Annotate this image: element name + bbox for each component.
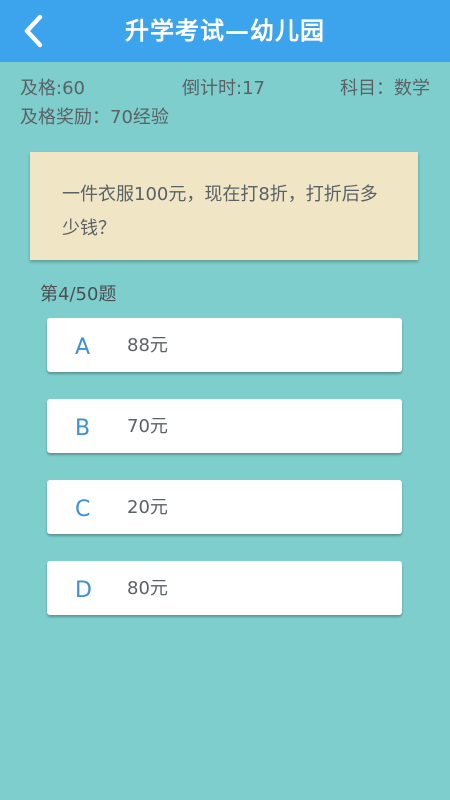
pass-score-label: 及格:60 xyxy=(20,78,85,99)
option-letter: A xyxy=(75,335,91,360)
option-c-button[interactable]: C 20元 xyxy=(47,480,402,534)
question-progress: 第4/50题 xyxy=(40,284,117,305)
option-letter: B xyxy=(75,416,91,441)
question-card: 一件衣服100元，现在打8折，打折后多少钱？ xyxy=(30,152,418,260)
option-text: 20元 xyxy=(127,497,168,518)
option-text: 88元 xyxy=(127,335,168,356)
page-title: 升学考试—幼儿园 xyxy=(125,17,325,45)
option-a-button[interactable]: A 88元 xyxy=(47,318,402,372)
option-text: 70元 xyxy=(127,416,168,437)
option-letter: C xyxy=(75,497,91,522)
option-text: 80元 xyxy=(127,578,168,599)
subject-label: 科目：数学 xyxy=(340,78,430,99)
pass-reward-label: 及格奖励：70经验 xyxy=(20,107,169,128)
option-letter: D xyxy=(75,578,92,603)
countdown-timer: 倒计时:17 xyxy=(182,78,265,99)
option-d-button[interactable]: D 80元 xyxy=(47,561,402,615)
top-bar: 升学考试—幼儿园 xyxy=(0,0,450,62)
exam-info-row: 及格:60 倒计时:17 科目：数学 xyxy=(20,72,430,100)
question-text: 一件衣服100元，现在打8折，打折后多少钱？ xyxy=(62,184,378,239)
option-b-button[interactable]: B 70元 xyxy=(47,399,402,453)
